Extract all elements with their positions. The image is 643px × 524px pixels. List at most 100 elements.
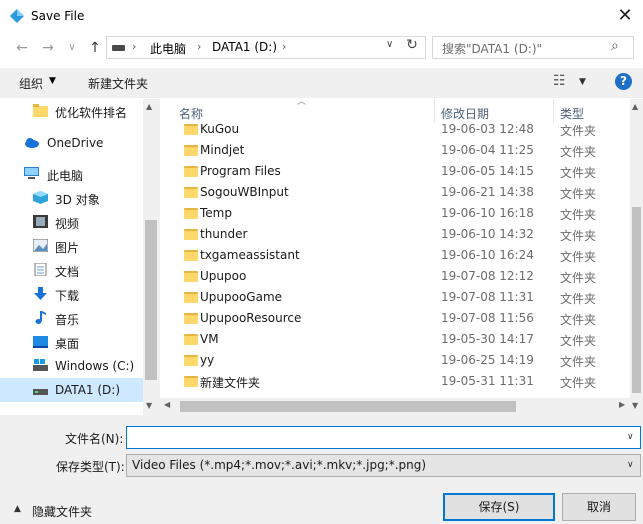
sidebar-item-label: 文档	[55, 265, 80, 279]
refresh-icon[interactable]: ↻	[403, 37, 421, 53]
sidebar-item-music[interactable]: 音乐	[0, 306, 143, 330]
file-date: 19-07-08 12:12	[441, 269, 534, 283]
document-icon	[34, 263, 47, 276]
close-icon[interactable]: ✕	[612, 4, 638, 28]
view-options-icon[interactable]: ☷	[553, 73, 566, 89]
breadcrumb-this-pc[interactable]: 此电脑	[150, 40, 186, 57]
file-name: yy	[200, 353, 215, 367]
file-type: 文件夹	[560, 229, 597, 243]
file-row[interactable]: Program Files 19-06-05 14:15 文件夹	[165, 161, 630, 182]
file-row[interactable]: UpupooGame 19-07-08 11:31 文件夹	[165, 287, 630, 308]
file-type: 文件夹	[560, 250, 597, 264]
chevron-right-icon[interactable]: ›	[282, 40, 286, 53]
folder-icon	[184, 355, 198, 366]
file-name: Upupoo	[200, 269, 247, 283]
file-type: 文件夹	[560, 376, 597, 390]
file-type: 文件夹	[560, 292, 597, 306]
organize-button[interactable]: 组织	[19, 75, 43, 92]
cube-icon	[33, 191, 48, 204]
search-placeholder[interactable]: 搜索"DATA1 (D:)"	[442, 40, 542, 57]
sidebar-item-3d-objects[interactable]: 3D 对象	[0, 186, 143, 210]
sidebar-item-label: 桌面	[55, 337, 80, 351]
windows-drive-icon	[33, 359, 48, 371]
file-name: txgameassistant	[200, 248, 300, 262]
sidebar-item-label: 音乐	[55, 313, 80, 327]
caret-down-icon[interactable]: ▼	[579, 77, 586, 87]
scroll-down-icon[interactable]: ▼	[632, 401, 638, 410]
search-icon[interactable]: ⌕	[611, 38, 619, 54]
sidebar-item-onedrive[interactable]: OneDrive	[0, 131, 143, 155]
caret-up-icon[interactable]: ▲	[14, 504, 21, 514]
breadcrumb-data1[interactable]: DATA1 (D:)	[212, 40, 277, 54]
sidebar-item-drive-c[interactable]: Windows (C:)	[0, 354, 143, 378]
file-row[interactable]: 新建文件夹 19-05-31 11:31 文件夹	[165, 371, 630, 392]
file-date: 19-06-10 16:18	[441, 206, 534, 220]
sidebar-item-desktop[interactable]: 桌面	[0, 330, 143, 354]
back-arrow-icon[interactable]: ←	[12, 38, 32, 58]
cloud-icon	[25, 138, 39, 148]
scroll-up-icon[interactable]: ▲	[146, 102, 152, 111]
file-type: 文件夹	[560, 208, 597, 222]
folder-icon	[184, 229, 198, 240]
desktop-icon	[33, 336, 48, 348]
navigation-pane: 优化软件排名 OneDrive 此电脑 3D 对象 视频 图片 文档 下载 音乐…	[0, 99, 160, 415]
file-name: SogouWBInput	[200, 185, 289, 199]
horizontal-scroll-thumb[interactable]	[180, 401, 516, 412]
file-name: UpupooGame	[200, 290, 283, 304]
folder-icon	[184, 166, 198, 177]
file-row[interactable]: KuGou 19-06-03 12:48 文件夹	[165, 119, 630, 140]
file-row[interactable]: SogouWBInput 19-06-21 14:38 文件夹	[165, 182, 630, 203]
chevron-down-icon[interactable]: ∨	[627, 432, 634, 442]
sidebar-item-label: 此电脑	[47, 169, 84, 183]
up-arrow-icon[interactable]: ↑	[85, 38, 105, 58]
file-row[interactable]: thunder 19-06-10 14:32 文件夹	[165, 224, 630, 245]
filetype-selected-value[interactable]: Video Files (*.mp4;*.mov;*.avi;*.mkv;*.j…	[132, 458, 426, 472]
recent-locations-chevron-icon[interactable]: ∨	[62, 38, 82, 58]
sidebar-item-this-pc[interactable]: 此电脑	[0, 162, 143, 186]
sidebar-item-pictures[interactable]: 图片	[0, 234, 143, 258]
list-scroll-thumb[interactable]	[632, 207, 641, 393]
sidebar-item-drive-d[interactable]: DATA1 (D:)	[0, 378, 143, 402]
file-row[interactable]: Temp 19-06-10 16:18 文件夹	[165, 203, 630, 224]
scroll-right-icon[interactable]: ▶	[619, 400, 625, 409]
help-icon[interactable]: ?	[615, 73, 632, 90]
file-row[interactable]: UpupooResource 19-07-08 11:56 文件夹	[165, 308, 630, 329]
hide-folders-toggle[interactable]: 隐藏文件夹	[32, 503, 92, 520]
folder-icon	[184, 292, 198, 303]
file-row[interactable]: VM 19-05-30 14:17 文件夹	[165, 329, 630, 350]
sidebar-item-label: 优化软件排名	[55, 106, 128, 120]
sidebar-item-documents[interactable]: 文档	[0, 258, 143, 282]
chevron-right-icon[interactable]: ›	[197, 40, 201, 53]
sidebar-scroll-thumb[interactable]	[145, 220, 157, 380]
cancel-button[interactable]: 取消	[562, 493, 636, 521]
forward-arrow-icon[interactable]: →	[38, 38, 58, 58]
computer-icon	[24, 167, 39, 179]
filename-input[interactable]	[126, 426, 641, 449]
app-icon	[10, 9, 24, 23]
file-name: KuGou	[200, 122, 240, 136]
sort-ascending-icon: ︿	[297, 97, 307, 107]
sidebar-item-downloads[interactable]: 下载	[0, 282, 143, 306]
scroll-up-icon[interactable]: ▲	[632, 102, 638, 111]
file-date: 19-07-08 11:56	[441, 311, 534, 325]
file-row[interactable]: Mindjet 19-06-04 11:25 文件夹	[165, 140, 630, 161]
file-date: 19-05-30 14:17	[441, 332, 534, 346]
scroll-left-icon[interactable]: ◀	[164, 400, 170, 409]
file-row[interactable]: Upupoo 19-07-08 12:12 文件夹	[165, 266, 630, 287]
address-dropdown-icon[interactable]: ∨	[386, 39, 393, 50]
chevron-right-icon[interactable]: ›	[132, 40, 136, 53]
file-row[interactable]: txgameassistant 19-06-10 16:24 文件夹	[165, 245, 630, 266]
caret-down-icon[interactable]: ▼	[49, 76, 56, 86]
file-row[interactable]: yy 19-06-25 14:19 文件夹	[165, 350, 630, 371]
folder-icon	[184, 376, 198, 387]
drive-icon	[33, 389, 48, 395]
chevron-down-icon[interactable]: ∨	[627, 460, 634, 470]
file-date: 19-06-05 14:15	[441, 164, 534, 178]
sidebar-item-optimize[interactable]: 优化软件排名	[0, 99, 143, 123]
file-type: 文件夹	[560, 355, 597, 369]
file-name: Temp	[200, 206, 232, 220]
sidebar-item-videos[interactable]: 视频	[0, 210, 143, 234]
new-folder-button[interactable]: 新建文件夹	[88, 75, 148, 92]
scroll-down-icon[interactable]: ▼	[146, 401, 152, 410]
save-button[interactable]: 保存(S)	[443, 493, 555, 521]
